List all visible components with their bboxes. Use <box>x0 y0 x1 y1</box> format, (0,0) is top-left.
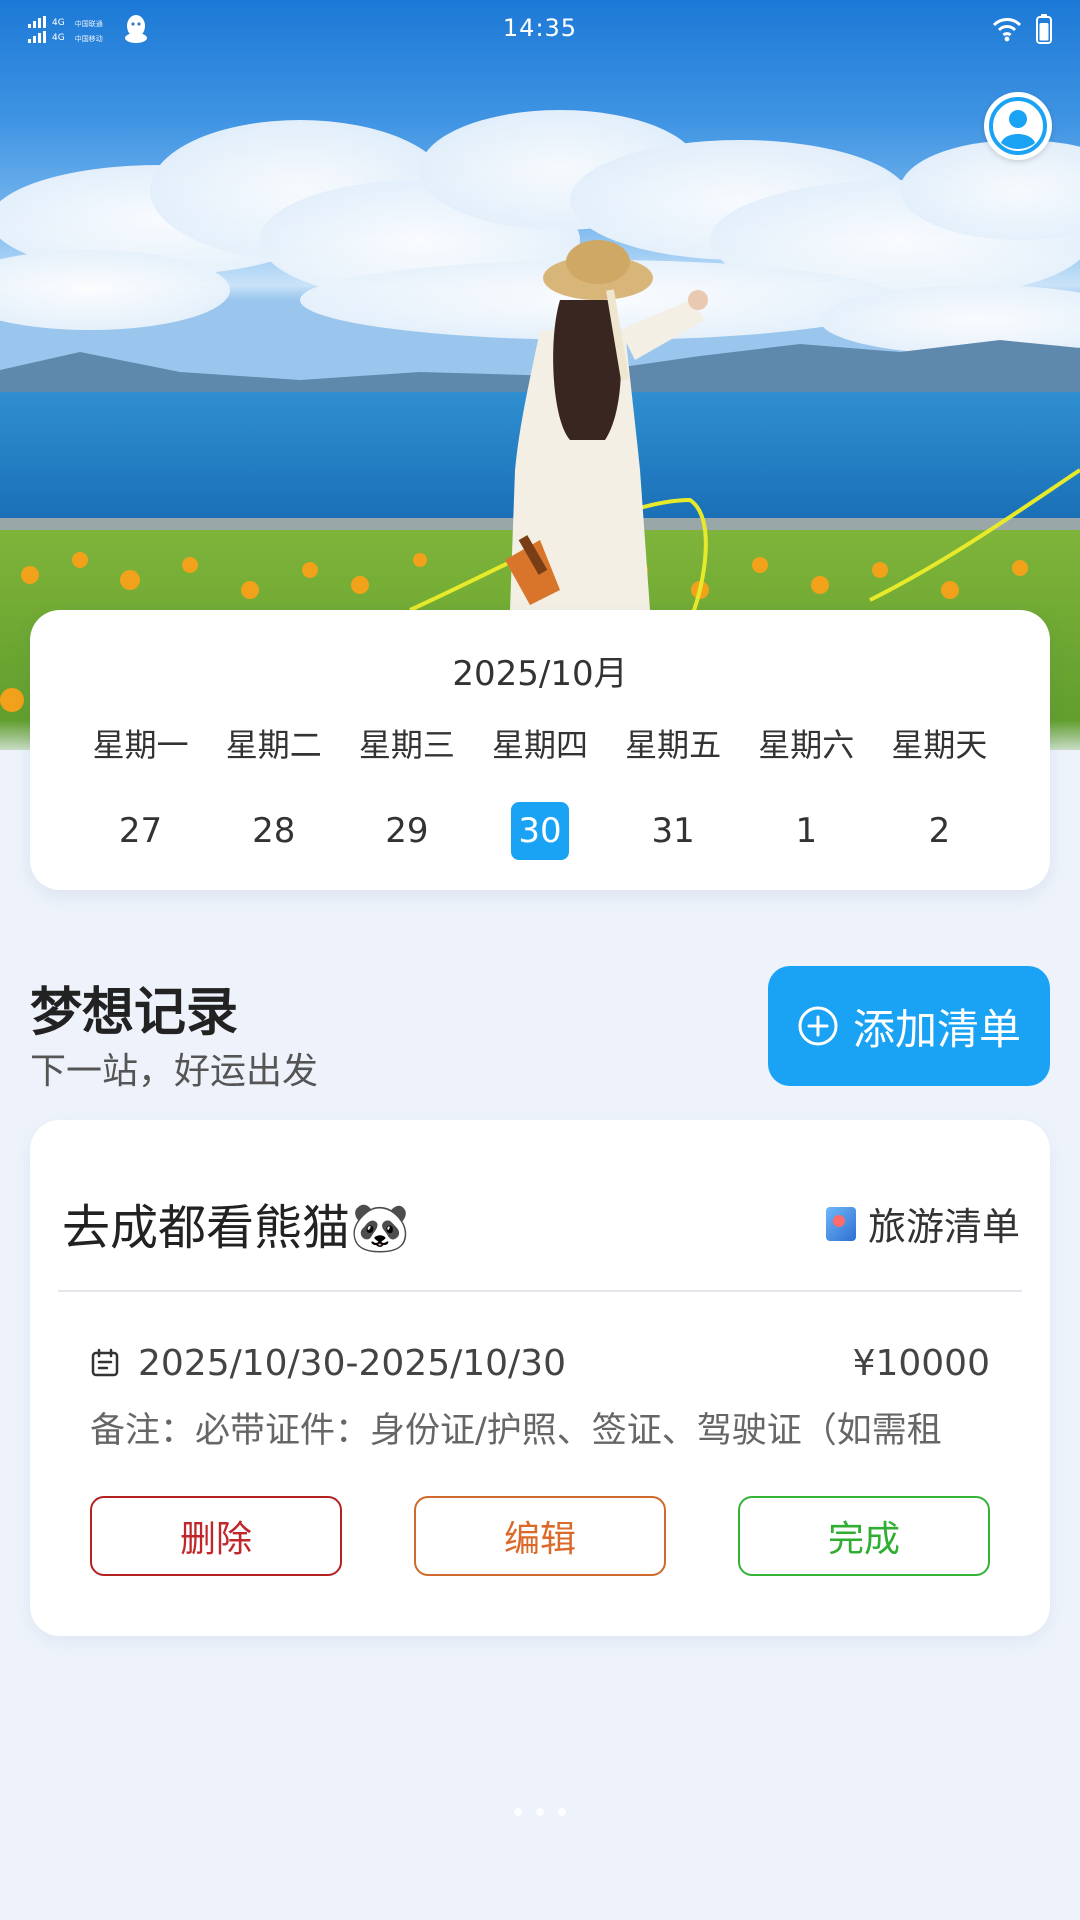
battery-icon <box>1036 14 1052 44</box>
calendar-day-number: 29 <box>385 811 429 851</box>
page-dot <box>536 1808 544 1816</box>
status-time: 14:35 <box>502 14 578 42</box>
calendar-day[interactable]: 29 <box>340 802 473 860</box>
item-date-range: 2025/10/30-2025/10/30 <box>138 1342 566 1384</box>
calendar-day[interactable]: 27 <box>74 802 207 860</box>
section-subtitle: 下一站，好运出发 <box>30 1051 319 1092</box>
item-actions: 删除 编辑 完成 <box>90 1496 990 1576</box>
status-bar: 4G 中国联通 4G 中国移动 14:35 <box>0 0 1080 62</box>
weekday-row: 星期一 星期二 星期三 星期四 星期五 星期六 星期天 <box>74 720 1006 770</box>
calendar-icon <box>91 1348 119 1377</box>
calendar-day-number: 31 <box>651 811 695 851</box>
calendar-day[interactable]: 2 <box>873 802 1006 860</box>
calendar-day[interactable]: 28 <box>207 802 340 860</box>
page-dot <box>558 1808 566 1816</box>
user-avatar-button[interactable] <box>984 92 1052 160</box>
calendar-day-number: 28 <box>252 811 296 851</box>
calendar-day-number: 30 <box>510 802 569 860</box>
user-icon <box>989 97 1047 155</box>
calendar-month-label: 2025/10月 <box>452 654 628 694</box>
calendar-day-selected[interactable]: 30 <box>473 802 606 860</box>
date-row: 27 28 29 30 31 1 2 <box>74 802 1006 860</box>
calendar-day-number: 1 <box>795 811 818 851</box>
calendar-day[interactable]: 1 <box>740 802 873 860</box>
calendar-day-number: 27 <box>118 811 163 851</box>
calendar-day-number: 2 <box>928 811 951 851</box>
wifi-icon <box>992 18 1022 42</box>
item-title: 去成都看熊猫🐼 <box>62 1200 410 1256</box>
divider <box>58 1290 1022 1292</box>
edit-button[interactable]: 编辑 <box>414 1496 666 1576</box>
item-category-tag: 旅游清单 <box>825 1196 1020 1251</box>
weekday-label: 星期二 <box>225 726 322 764</box>
weekday-label: 星期五 <box>625 726 722 764</box>
add-list-label: 添加清单 <box>852 1004 1021 1054</box>
book-icon <box>825 1206 856 1241</box>
page-dot <box>514 1808 522 1816</box>
item-note: 备注：必带证件：身份证/护照、签证、驾驶证（如需租 <box>90 1411 942 1451</box>
delete-button[interactable]: 删除 <box>90 1496 342 1576</box>
add-list-button[interactable]: 添加清单 <box>768 966 1050 1086</box>
weekday-label: 星期四 <box>491 726 588 764</box>
weekday-label: 星期三 <box>358 726 455 764</box>
page-indicator <box>0 1808 1080 1816</box>
item-category-label: 旅游清单 <box>867 1205 1020 1249</box>
week-calendar: 2025/10月 星期一 星期二 星期三 星期四 星期五 星期六 星期天 27 … <box>30 610 1050 890</box>
item-date-row: 2025/10/30-2025/10/30 ¥10000 <box>90 1338 990 1388</box>
dream-item-card: 去成都看熊猫🐼 旅游清单 2025/10/30-2025/10/30 ¥1000… <box>30 1120 1050 1636</box>
calendar-day[interactable]: 31 <box>607 802 740 860</box>
weekday-label: 星期六 <box>758 726 855 764</box>
item-price: ¥10000 <box>852 1342 990 1384</box>
weekday-label: 星期天 <box>891 726 988 764</box>
plus-circle-icon <box>798 1006 838 1046</box>
complete-button[interactable]: 完成 <box>738 1496 990 1576</box>
weekday-label: 星期一 <box>92 726 189 764</box>
section-title: 梦想记录 <box>30 983 239 1043</box>
